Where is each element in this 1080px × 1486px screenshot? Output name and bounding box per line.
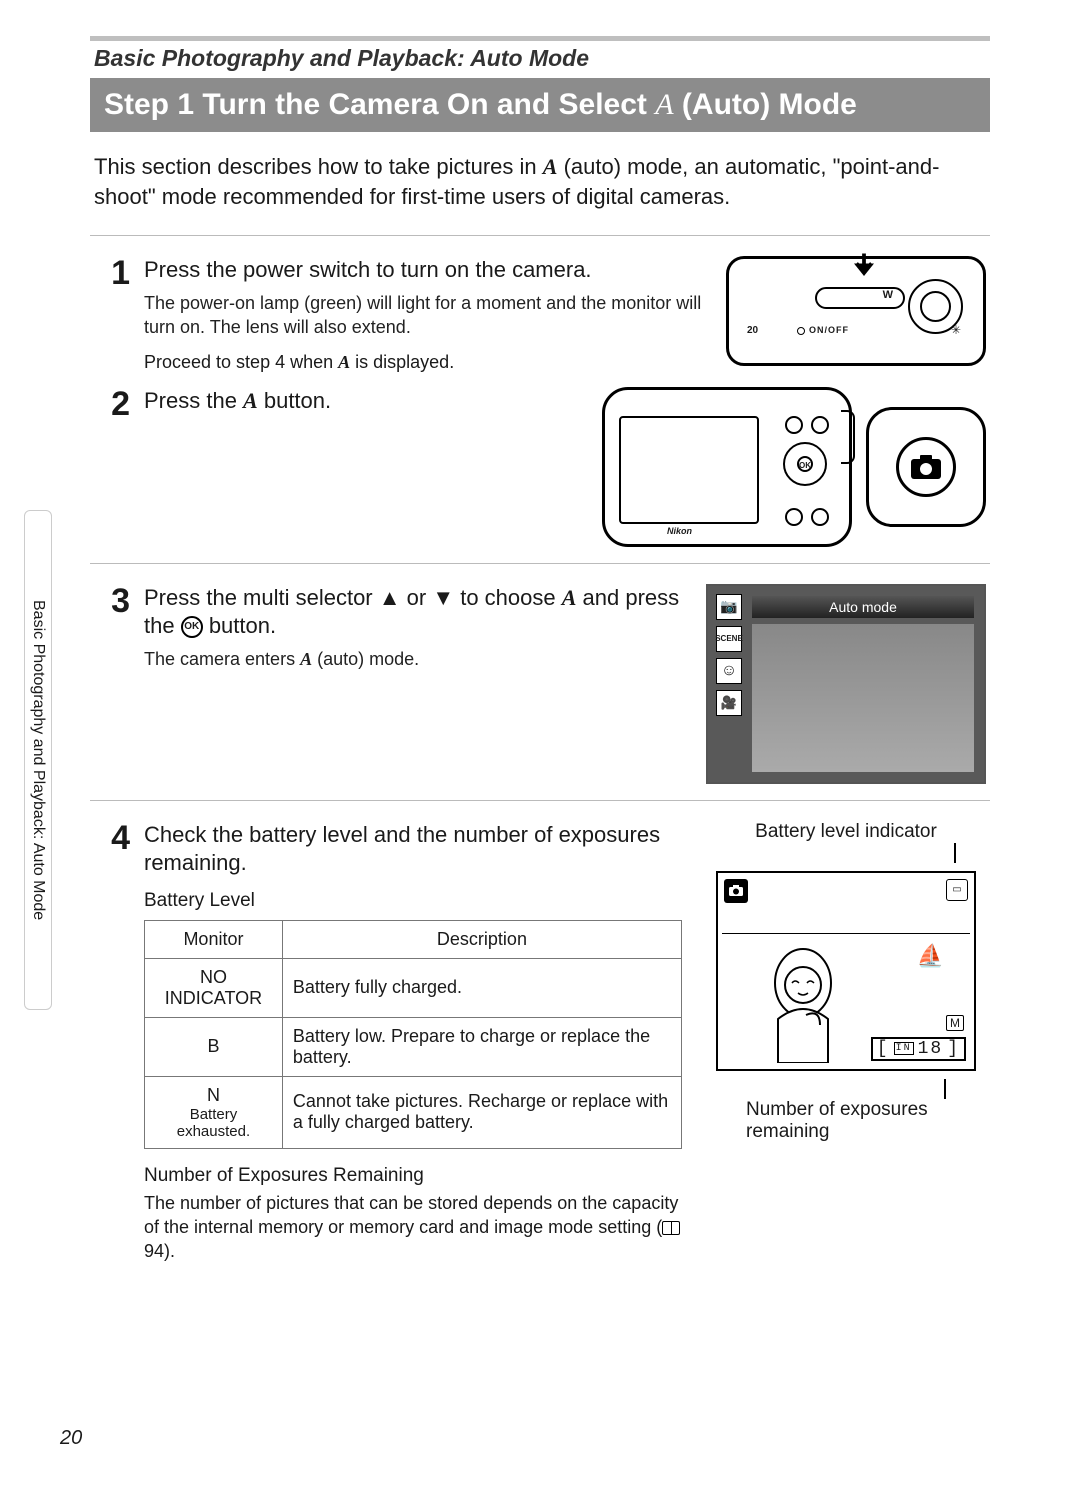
onoff-label: ON/OFF [797, 325, 849, 335]
intro-paragraph: This section describes how to take pictu… [90, 132, 990, 227]
step-4-heading: Check the battery level and the number o… [144, 821, 682, 878]
breadcrumb: Basic Photography and Playback: Auto Mod… [94, 45, 990, 72]
step-1-description: The power-on lamp (green) will light for… [144, 291, 712, 340]
triangle-up-icon: ▲ [379, 584, 401, 613]
pointer-line-icon [954, 843, 956, 863]
triangle-down-icon: ▼ [432, 584, 454, 613]
breadcrumb-bar: Basic Photography and Playback: Auto Mod… [90, 36, 990, 78]
battery-status-icon: ▭ [946, 879, 968, 901]
step-number: 1 [94, 256, 130, 372]
exposure-count: [IN18] [871, 1037, 966, 1061]
divider [90, 563, 990, 564]
camera-button-icon [811, 416, 829, 434]
step-2: 2 Press the A button. Nikon [90, 381, 990, 555]
scene-mode-icon: SCENE [716, 626, 742, 652]
mode-button-glyph: A [243, 388, 258, 413]
auto-mode-glyph: A [655, 88, 673, 121]
exposures-remaining-subhead: Number of Exposures Remaining [144, 1165, 682, 1187]
step-3: 3 Press the multi selector ▲ or ▼ to cho… [90, 578, 990, 792]
memory-icon: M [946, 1015, 964, 1031]
table-row: NO INDICATOR Battery fully charged. [145, 958, 682, 1017]
smile-mode-icon [716, 658, 742, 684]
divider [90, 800, 990, 801]
step-4: 4 Check the battery level and the number… [90, 815, 990, 1272]
battery-level-subhead: Battery Level [144, 890, 682, 912]
step-1-note: Proceed to step 4 when A is displayed. [144, 352, 712, 373]
camera-icon [896, 437, 956, 497]
table-cell: NO INDICATOR [145, 958, 283, 1017]
title-suffix: (Auto) Mode [674, 88, 857, 121]
lcd-preview-illustration: ▭ ⛵ M [IN18] [716, 871, 976, 1071]
intro-text-1: This section describes how to take pictu… [94, 154, 543, 179]
auto-glyph-icon: A [300, 649, 312, 669]
page-number: 20 [60, 1427, 82, 1450]
side-tab: Basic Photography and Playback: Auto Mod… [24, 510, 52, 1010]
auto-glyph-icon: A [562, 585, 577, 610]
pointer-line-icon [944, 1079, 946, 1099]
page-title: Step 1 Turn the Camera On and Select A (… [104, 88, 857, 122]
step-3-description: The camera enters A (auto) mode. [144, 647, 692, 671]
step-number: 4 [94, 821, 130, 1264]
manual-ref-icon [662, 1221, 680, 1235]
ok-button-icon: OK [181, 616, 203, 638]
divider [90, 235, 990, 236]
exposures-remaining-label: Number of exposures remaining [706, 1099, 986, 1143]
table-cell: Battery low. Prepare to charge or replac… [282, 1017, 681, 1076]
step-4-right-column: Battery level indicator ▭ ⛵ [706, 821, 986, 1264]
step-number: 2 [94, 387, 130, 547]
battery-indicator-label: Battery level indicator [706, 821, 986, 843]
menu-screen-illustration: SCENE Auto mode [706, 584, 986, 784]
table-row: B Battery low. Prepare to charge or repl… [145, 1017, 682, 1076]
strap-icon [841, 410, 855, 464]
menu-selected-label: Auto mode [752, 596, 974, 618]
camera-back-illustration: Nikon [602, 387, 986, 547]
camera-button-icon [811, 508, 829, 526]
camera-button-icon [785, 416, 803, 434]
menu-body [752, 624, 974, 772]
dpad-icon [783, 442, 827, 486]
movie-mode-icon [716, 690, 742, 716]
camera-top-illustration: 20 ON/OFF W ✳ [726, 256, 986, 372]
exposures-remaining-text: The number of pictures that can be store… [144, 1191, 682, 1264]
step-number: 3 [94, 584, 130, 784]
lcd-screen-icon [619, 416, 759, 524]
step-2-heading: Press the A button. [144, 387, 588, 416]
battery-level-table: Monitor Description NO INDICATOR Battery… [144, 920, 682, 1149]
camera-button-icon [785, 508, 803, 526]
table-cell: Cannot take pictures. Recharge or replac… [282, 1076, 681, 1148]
exposure-count-value: 18 [918, 1039, 944, 1059]
table-cell: Battery fully charged. [282, 958, 681, 1017]
mode-button-callout [866, 407, 986, 527]
auto-glyph-icon: A [338, 352, 350, 372]
table-header-description: Description [282, 920, 681, 958]
arrow-down-icon [849, 251, 879, 286]
horizon-line [722, 933, 970, 934]
brand-label: Nikon [667, 526, 692, 536]
table-cell: N Battery exhausted. [145, 1076, 283, 1148]
camera-mode-icon [724, 879, 748, 903]
auto-mode-icon [716, 594, 742, 620]
page-content: Basic Photography and Playback: Auto Mod… [0, 0, 1080, 1312]
battery-low-icon: B [145, 1017, 283, 1076]
title-prefix: Step 1 Turn the Camera On and Select [104, 88, 655, 121]
internal-memory-icon: IN [894, 1042, 914, 1055]
step-1: 1 Press the power switch to turn on the … [90, 250, 990, 380]
flash-icon: ✳ [951, 323, 961, 337]
step-1-heading: Press the power switch to turn on the ca… [144, 256, 712, 285]
title-bar: Step 1 Turn the Camera On and Select A (… [90, 78, 990, 132]
battery-exhausted-label: Battery exhausted. [155, 1106, 272, 1140]
auto-glyph-icon: A [543, 154, 558, 179]
table-row: N Battery exhausted. Cannot take picture… [145, 1076, 682, 1148]
w-label: W [883, 289, 893, 301]
battery-exhausted-icon: N [207, 1085, 220, 1105]
sailboat-icon: ⛵ [917, 943, 944, 969]
step-3-heading: Press the multi selector ▲ or ▼ to choos… [144, 584, 692, 641]
model-number: 20 [747, 325, 758, 336]
person-illustration [748, 943, 858, 1063]
table-header-monitor: Monitor [145, 920, 283, 958]
